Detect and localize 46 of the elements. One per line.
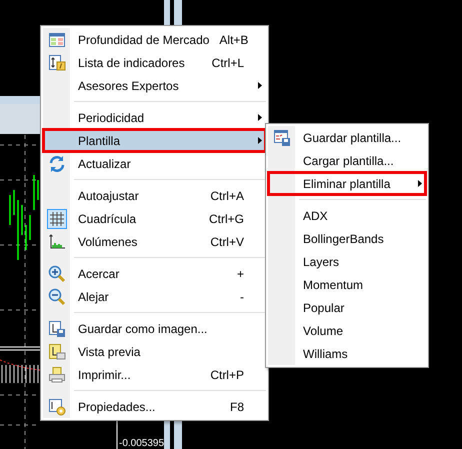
zoom-out-icon (48, 288, 66, 306)
volume-bars (2, 364, 38, 384)
menu-item[interactable]: Propiedades... F8 (43, 395, 266, 418)
volume-chart-icon (48, 232, 66, 250)
moving-average-line (0, 360, 40, 370)
properties-icon (48, 398, 66, 416)
table-icon (48, 30, 66, 48)
menu-item[interactable]: Autoajustar Ctrl+A (43, 184, 266, 207)
menu-item[interactable]: Volume (268, 319, 426, 342)
menu-item[interactable]: Alejar - (43, 285, 266, 308)
menu-item[interactable]: BollingerBands (268, 227, 426, 250)
submenu-arrow-icon (258, 82, 262, 89)
price-label: -0.005395 (119, 438, 164, 449)
menu-item[interactable]: Profundidad de Mercado Alt+B (43, 28, 266, 51)
window-frame (0, 96, 40, 134)
printer-icon (48, 366, 66, 384)
menu-item[interactable]: Guardar plantilla... (268, 126, 426, 149)
menu-item[interactable]: Layers (268, 250, 426, 273)
menu-item[interactable]: Eliminar plantilla (268, 172, 426, 195)
menu-item[interactable]: Vista previa (43, 340, 266, 363)
menu-item[interactable]: Imprimir... Ctrl+P (43, 363, 266, 386)
menu-item[interactable]: Periodicidad (43, 106, 266, 129)
menu-item[interactable]: Guardar como imagen... (43, 317, 266, 340)
menu-item[interactable]: Williams (268, 342, 426, 365)
menu-item[interactable]: ADX (268, 204, 426, 227)
menu-item[interactable]: Cuadrícula Ctrl+G (43, 207, 266, 230)
zoom-in-icon (48, 264, 66, 282)
menu-item[interactable]: Actualizar (43, 152, 266, 175)
submenu-arrow-icon (418, 180, 422, 187)
submenu-arrow-icon (258, 137, 262, 144)
window-splitter[interactable] (164, 0, 182, 25)
menu-item[interactable]: Asesores Expertos (43, 74, 266, 97)
window-splitter[interactable] (164, 420, 182, 449)
menu-item[interactable]: Volúmenes Ctrl+V (43, 230, 266, 253)
menu-item[interactable]: Momentum (268, 273, 426, 296)
menu-item[interactable]: Acercar + (43, 262, 266, 285)
submenu-arrow-icon (258, 114, 262, 121)
menu-item[interactable]: Popular (268, 296, 426, 319)
menu-item[interactable]: Lista de indicadores Ctrl+L (43, 51, 266, 74)
menu-item[interactable]: Plantilla (43, 129, 266, 152)
save-template-icon (272, 128, 290, 146)
print-preview-icon (48, 342, 66, 360)
refresh-icon (48, 154, 66, 172)
save-image-icon (48, 320, 66, 338)
menu-item[interactable]: Cargar plantilla... (268, 149, 426, 172)
indicator-list-icon (48, 54, 66, 72)
